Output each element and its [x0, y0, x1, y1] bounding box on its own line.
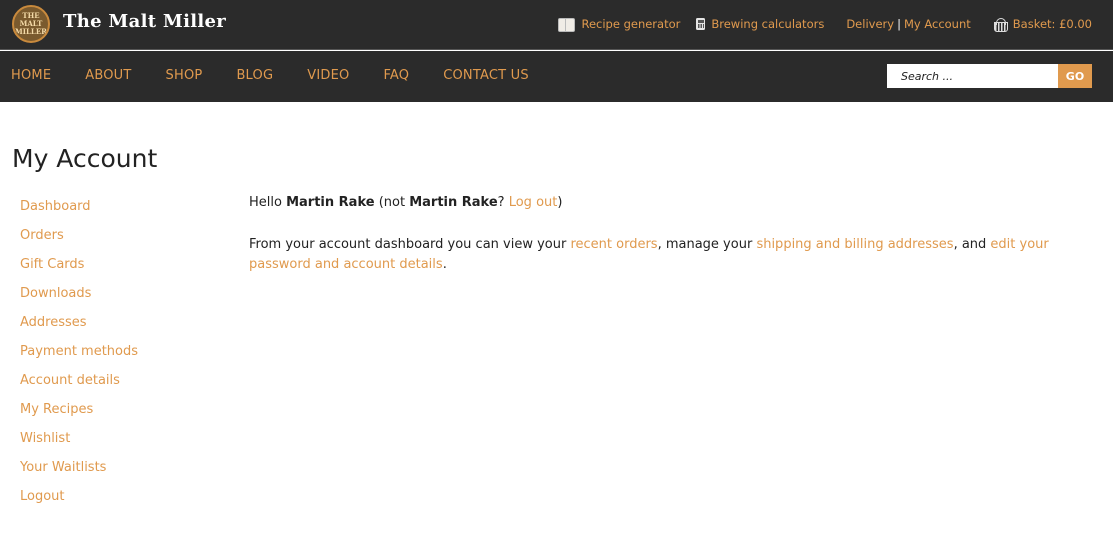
- recipe-generator-link[interactable]: Recipe generator: [558, 17, 681, 32]
- sidebar-item-gift-cards[interactable]: Gift Cards: [20, 256, 138, 285]
- sidebar-item-account-details[interactable]: Account details: [20, 372, 138, 401]
- basket-label: Basket: £0.00: [1012, 17, 1092, 31]
- nav-item-video[interactable]: VIDEO: [307, 68, 349, 83]
- brewing-calculators-link[interactable]: Brewing calculators: [696, 17, 824, 31]
- sidebar-item-your-waitlists[interactable]: Your Waitlists: [20, 459, 138, 488]
- sidebar-item-logout[interactable]: Logout: [20, 488, 138, 517]
- nav-item-contact-us[interactable]: CONTACT US: [443, 68, 529, 83]
- brand-name[interactable]: The Malt Miller: [63, 11, 226, 32]
- main-nav-bar: HOME ABOUT SHOP BLOG VIDEO FAQ CONTACT U…: [0, 51, 1113, 102]
- recent-orders-link[interactable]: recent orders: [570, 237, 657, 252]
- dashboard-description: From your account dashboard you can view…: [249, 237, 1049, 272]
- delivery-link[interactable]: Delivery: [846, 17, 894, 31]
- basket-link[interactable]: Basket: £0.00: [993, 17, 1092, 32]
- page-title: My Account: [12, 144, 158, 173]
- recipe-generator-label: Recipe generator: [581, 17, 681, 31]
- addresses-link[interactable]: shipping and billing addresses: [756, 237, 953, 252]
- greeting: Hello Martin Rake (not Martin Rake? Log …: [249, 195, 563, 210]
- nav-item-home[interactable]: HOME: [11, 68, 51, 83]
- search-input[interactable]: [887, 64, 1058, 88]
- sidebar-item-dashboard[interactable]: Dashboard: [20, 198, 138, 227]
- sidebar-item-orders[interactable]: Orders: [20, 227, 138, 256]
- nav-item-about[interactable]: ABOUT: [85, 68, 131, 83]
- basket-icon: [993, 18, 1008, 32]
- nav-item-shop[interactable]: SHOP: [166, 68, 203, 83]
- sidebar-item-addresses[interactable]: Addresses: [20, 314, 138, 343]
- top-links: Recipe generator Brewing calculators Del…: [558, 16, 1092, 32]
- logout-link[interactable]: Log out: [509, 195, 558, 210]
- sidebar-item-wishlist[interactable]: Wishlist: [20, 430, 138, 459]
- dashboard-content: Hello Martin Rake (not Martin Rake? Log …: [249, 193, 1069, 297]
- brewing-calculators-label: Brewing calculators: [711, 17, 825, 31]
- top-bar: THE MALT MILLER The Malt Miller Recipe g…: [0, 0, 1113, 50]
- user-name-again: Martin Rake: [409, 195, 498, 210]
- search-go-button[interactable]: GO: [1058, 64, 1092, 88]
- sidebar-item-payment-methods[interactable]: Payment methods: [20, 343, 138, 372]
- sidebar-item-downloads[interactable]: Downloads: [20, 285, 138, 314]
- nav-item-blog[interactable]: BLOG: [236, 68, 273, 83]
- account-sidebar: Dashboard Orders Gift Cards Downloads Ad…: [20, 198, 138, 517]
- nav-item-faq[interactable]: FAQ: [383, 68, 409, 83]
- my-account-link[interactable]: My Account: [904, 17, 971, 31]
- book-icon: [558, 18, 576, 32]
- sidebar-item-my-recipes[interactable]: My Recipes: [20, 401, 138, 430]
- main-nav: HOME ABOUT SHOP BLOG VIDEO FAQ CONTACT U…: [11, 68, 563, 83]
- logo-text: THE MALT MILLER: [14, 11, 48, 36]
- calculator-icon: [696, 18, 706, 30]
- user-name: Martin Rake: [286, 195, 375, 210]
- malt-miller-logo-icon[interactable]: THE MALT MILLER: [12, 5, 50, 43]
- link-separator: |: [897, 17, 901, 31]
